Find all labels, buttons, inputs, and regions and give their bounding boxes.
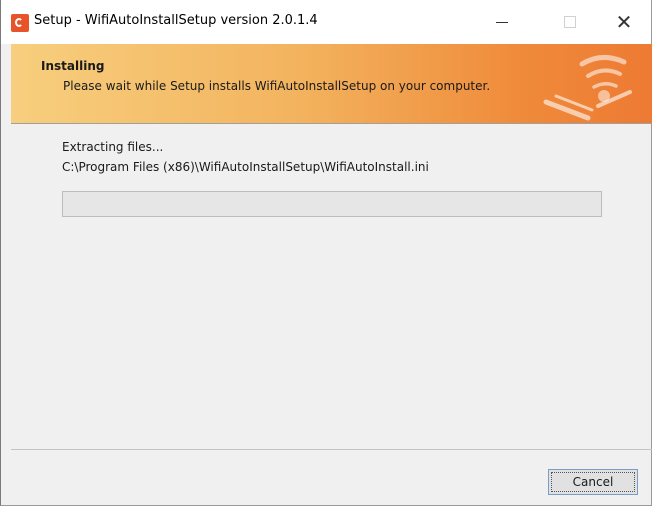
wifi-logo-icon — [543, 55, 632, 121]
title-bar[interactable]: Setup - WifiAutoInstallSetup version 2.0… — [1, 0, 651, 44]
current-file-path: C:\Program Files (x86)\WifiAutoInstallSe… — [62, 160, 429, 174]
minimize-button[interactable] — [479, 0, 525, 44]
cancel-button[interactable]: Cancel — [548, 469, 638, 495]
close-button[interactable]: ✕ — [601, 0, 647, 44]
setup-window: Setup - WifiAutoInstallSetup version 2.0… — [0, 0, 652, 506]
maximize-icon — [564, 16, 576, 28]
close-icon: ✕ — [615, 10, 633, 34]
status-text: Extracting files... — [62, 140, 164, 154]
setup-app-icon — [11, 14, 29, 32]
page-subtitle: Please wait while Setup installs WifiAut… — [63, 79, 491, 93]
window-title: Setup - WifiAutoInstallSetup version 2.0… — [34, 13, 318, 28]
footer-divider — [11, 449, 652, 450]
maximize-button — [547, 0, 593, 44]
header-banner: Installing Please wait while Setup insta… — [11, 44, 652, 123]
progress-bar — [62, 191, 602, 217]
header-divider — [11, 123, 652, 124]
minimize-icon — [496, 21, 508, 23]
page-title: Installing — [41, 59, 105, 73]
